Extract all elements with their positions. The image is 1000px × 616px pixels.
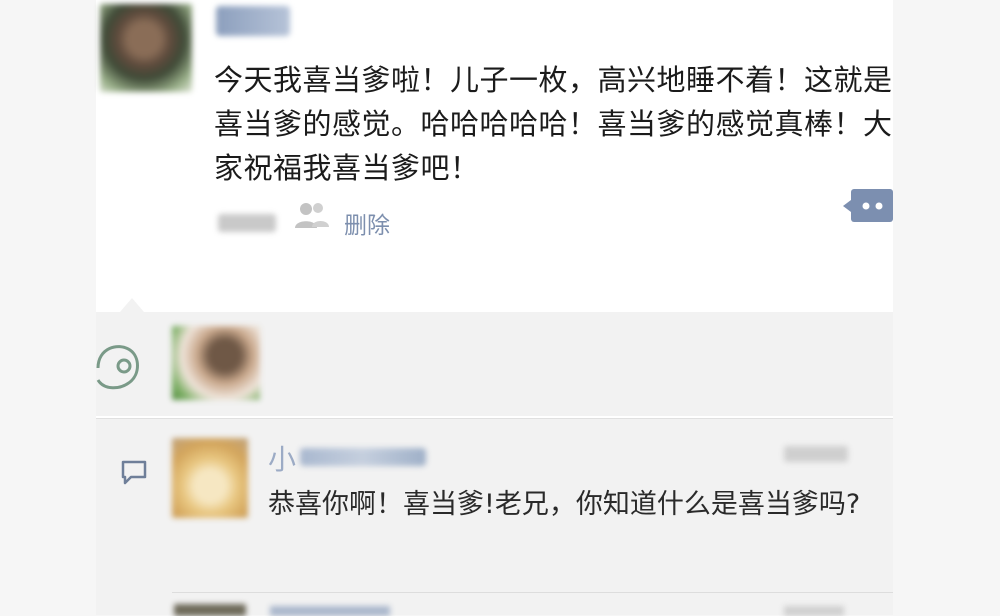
comment-text: 恭喜你啊！喜当爹!老兄，你知道什么是喜当爹吗? bbox=[268, 489, 861, 520]
next-comment-timestamp bbox=[784, 606, 844, 616]
delete-link[interactable]: 删除 bbox=[344, 206, 390, 240]
post-author-avatar[interactable] bbox=[100, 4, 192, 92]
like-heart-icon bbox=[96, 345, 139, 390]
post-author-name[interactable] bbox=[216, 6, 290, 36]
next-commenter-name[interactable] bbox=[270, 606, 390, 616]
people-icon bbox=[295, 203, 329, 228]
comment-timestamp bbox=[784, 446, 848, 462]
next-commenter-avatar[interactable] bbox=[174, 604, 246, 616]
liker-avatar[interactable] bbox=[172, 326, 260, 400]
commenter-name-first-char: 小 bbox=[268, 443, 297, 476]
comment-icon bbox=[121, 460, 147, 485]
commenter-name-blurred bbox=[300, 448, 426, 466]
post-text: 今天我喜当爹啦！儿子一枚，高兴地睡不着！这就是喜当爹的感觉。哈哈哈哈哈！喜当爹的… bbox=[214, 63, 893, 185]
comment-bubble-icon[interactable] bbox=[842, 188, 894, 224]
commenter-avatar[interactable] bbox=[172, 438, 248, 518]
commenter-name[interactable]: 小 bbox=[268, 443, 428, 476]
comment-divider bbox=[172, 592, 893, 593]
likes-pointer bbox=[120, 298, 144, 312]
post-timestamp bbox=[218, 214, 276, 232]
